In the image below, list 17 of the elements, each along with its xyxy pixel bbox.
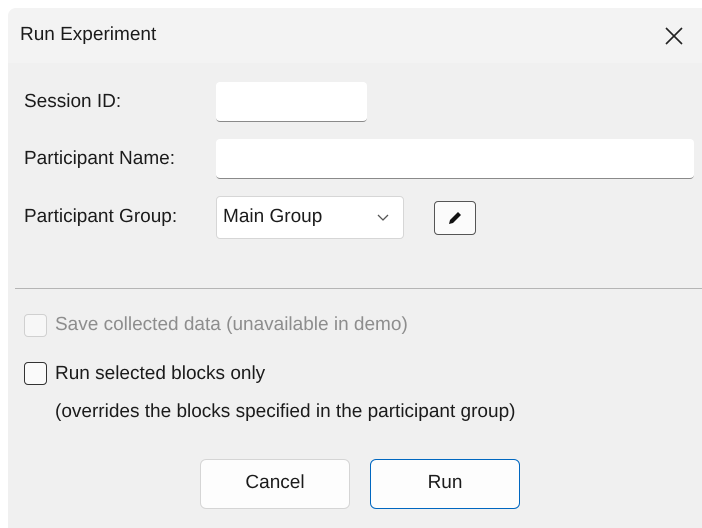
window-title: Run Experiment [20, 23, 156, 48]
field-label: Participant Name: [24, 146, 176, 171]
field-label: Participant Group: [24, 205, 178, 230]
pencil-icon [447, 210, 463, 226]
edit-button[interactable] [434, 200, 476, 234]
text-field[interactable] [216, 139, 694, 179]
option-note: (overrides the blocks specified in the participant group) [55, 400, 516, 424]
group-dropdown[interactable]: Main Group [216, 196, 404, 239]
dialog-button[interactable]: Run [370, 458, 520, 508]
chevron-down-icon [377, 214, 389, 222]
checkbox[interactable] [24, 362, 47, 386]
close-icon [665, 26, 683, 44]
dialog-button[interactable]: Cancel [200, 458, 350, 508]
checkbox-label: Run selected blocks only [55, 362, 266, 386]
checkbox-label: Save collected data (unavailable in demo) [55, 313, 408, 337]
field-label: Session ID: [24, 90, 122, 114]
text-field[interactable] [216, 82, 367, 122]
